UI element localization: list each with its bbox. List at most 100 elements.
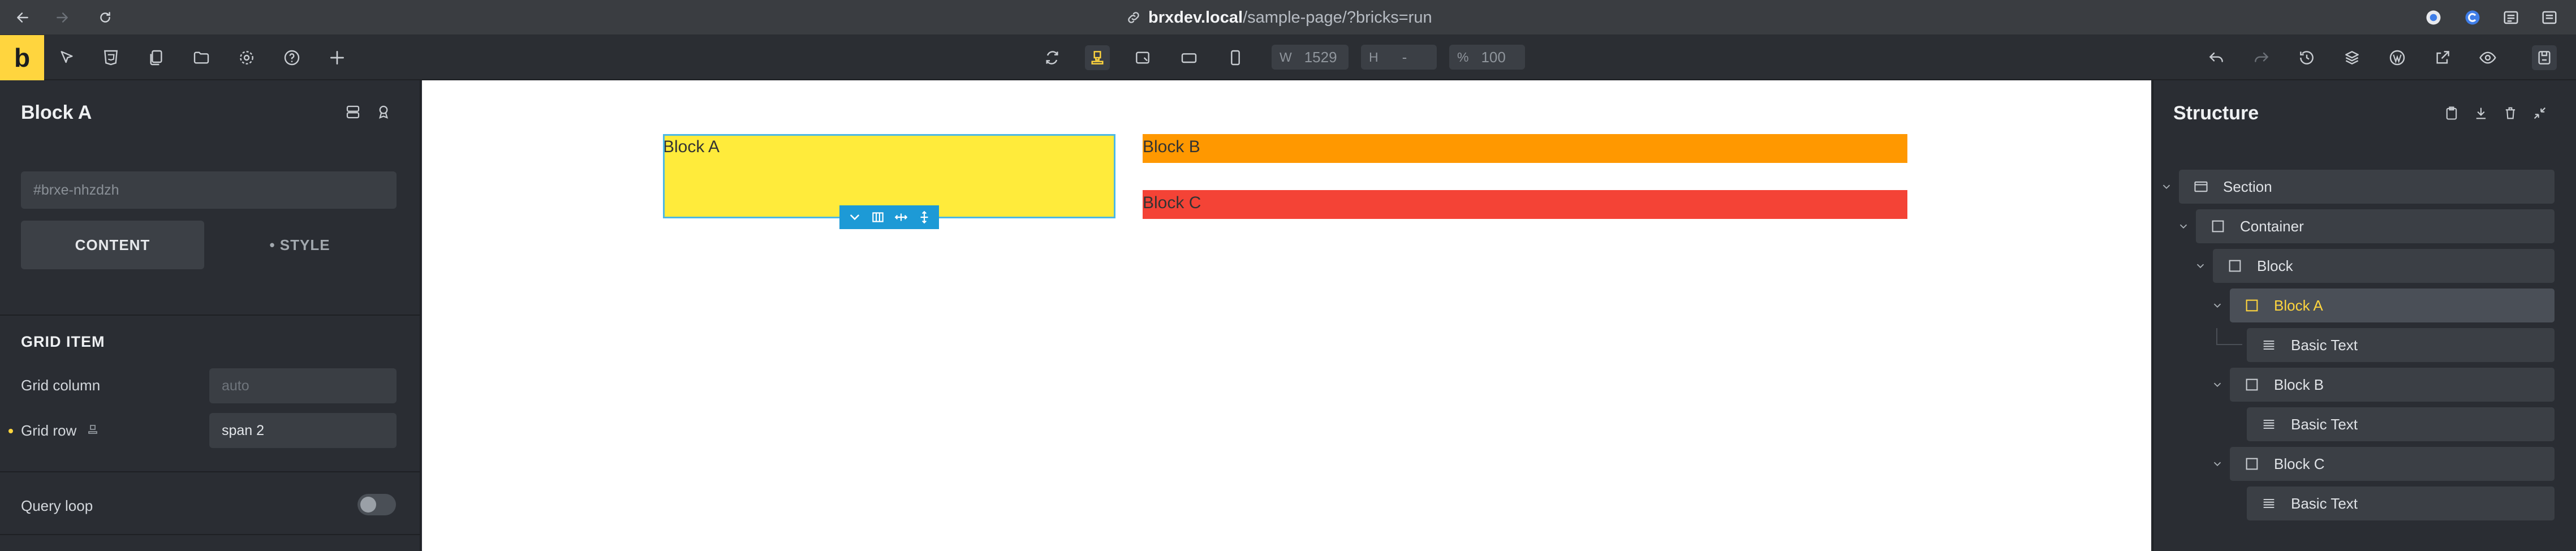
toggle-knob [360,497,376,513]
extension-icon[interactable] [2424,8,2443,27]
divider [0,471,421,472]
structure-item-basic-text[interactable]: Basic Text [2247,328,2555,362]
modified-indicator [8,429,13,433]
gear-icon[interactable] [234,45,259,70]
database-icon[interactable] [343,102,363,122]
structure-item-block[interactable]: Block [2213,249,2555,283]
structure-item-block-b[interactable]: Block B [2230,368,2555,402]
chevron-down-icon[interactable] [847,210,862,225]
chevron-down-icon[interactable] [2209,456,2225,472]
grid-column-input[interactable]: auto [209,368,397,403]
structure-item-section[interactable]: Section [2179,170,2555,204]
structure-item-label: Block B [2274,376,2324,393]
block-c-text[interactable]: Block C [1143,193,1201,212]
preview-eye-icon[interactable] [2475,45,2500,70]
columns-icon[interactable] [871,210,885,225]
section-icon [2191,177,2211,196]
desktop-breakpoint-icon[interactable] [1085,45,1110,70]
structure-item-label: Container [2240,217,2304,235]
bricks-logo[interactable]: b [0,35,44,80]
grid-row-input[interactable]: span 2 [209,413,397,448]
tablet-portrait-icon[interactable] [1177,45,1201,70]
panel-title: Block A [21,102,92,123]
divider [0,534,421,535]
divider [0,315,421,316]
grid-row-label: Grid row [21,422,77,439]
structure-title: Structure [2173,102,2259,124]
element-id-placeholder: #brxe-nhzdzh [33,182,119,198]
element-id-field[interactable]: #brxe-nhzdzh [21,171,397,209]
link-icon [1126,10,1141,25]
tab-content[interactable]: CONTENT [21,221,204,269]
chevron-down-icon[interactable] [2209,298,2225,313]
collapse-icon[interactable] [2530,103,2550,123]
tree-connector [2216,328,2242,345]
structure-item-label: Basic Text [2291,415,2358,433]
zoom-label: % [1457,49,1469,64]
container-icon [2208,217,2228,236]
height-input[interactable]: H - [1361,45,1437,70]
block-b-text[interactable]: Block B [1143,137,1200,156]
chevron-down-icon[interactable] [2159,179,2174,195]
pages-icon[interactable] [144,45,169,70]
width-value: 1529 [1304,48,1337,66]
css3-icon[interactable] [98,45,123,70]
section-title: GRID ITEM [21,333,105,350]
folder-icon[interactable] [189,45,214,70]
cursor-icon[interactable] [54,45,79,70]
help-icon[interactable] [279,45,304,70]
grid-column-placeholder: auto [222,377,249,394]
structure-item-label: Block A [2274,296,2323,314]
add-icon[interactable] [325,45,350,70]
trash-icon[interactable] [2500,103,2521,123]
resize-horizontal-icon[interactable] [894,210,908,225]
badge-icon[interactable] [373,102,394,122]
save-icon[interactable] [2532,45,2557,70]
external-link-icon[interactable] [2430,45,2455,70]
zoom-value: 100 [1481,48,1506,66]
tab-style[interactable]: • STYLE [215,221,385,269]
query-loop-label: Query loop [21,497,93,514]
structure-item-block-a[interactable]: Block A [2230,289,2555,322]
structure-item-block-c[interactable]: Block C [2230,447,2555,481]
reader-icon[interactable] [2501,8,2521,27]
resize-vertical-icon[interactable] [917,210,932,225]
download-icon[interactable] [2471,103,2491,123]
history-icon[interactable] [2294,45,2319,70]
extension-icon[interactable] [2463,8,2482,27]
structure-item-basic-text[interactable]: Basic Text [2247,407,2555,441]
address-bar[interactable]: brxdev.local/sample-page/?bricks=run [1126,7,1432,28]
chevron-down-icon[interactable] [2192,258,2208,274]
structure-item-basic-text[interactable]: Basic Text [2247,487,2555,520]
undo-icon[interactable] [2204,45,2229,70]
forward-icon[interactable] [52,7,72,28]
chevron-down-icon[interactable] [2176,218,2191,234]
structure-item-label: Basic Text [2291,336,2358,354]
back-icon[interactable] [12,7,33,28]
chevron-down-icon[interactable] [2209,377,2225,393]
query-loop-toggle[interactable] [357,494,396,515]
layers-icon[interactable] [2340,45,2364,70]
text-icon [2259,335,2278,355]
breakpoint-icon [86,423,100,436]
structure-item-label: Basic Text [2291,494,2358,512]
block-a-text[interactable]: Block A [663,137,720,156]
width-label: W [1280,49,1292,64]
text-icon [2259,415,2278,434]
menu-icon[interactable] [2540,8,2559,27]
width-input[interactable]: W 1529 [1272,45,1349,70]
zoom-input[interactable]: % 100 [1449,45,1525,70]
reload-icon[interactable] [95,7,115,28]
structure-item-label: Block [2257,257,2293,274]
wordpress-icon[interactable] [2385,45,2410,70]
mobile-icon[interactable] [1223,45,1248,70]
structure-item-container[interactable]: Container [2196,209,2555,243]
block-c[interactable]: Block C [1143,190,1907,219]
grid-column-label: Grid column [21,377,101,394]
refresh-icon[interactable] [1040,45,1065,70]
tablet-landscape-icon[interactable] [1130,45,1155,70]
height-label: H [1369,49,1379,64]
block-b[interactable]: Block B [1143,134,1907,163]
clipboard-icon[interactable] [2441,103,2462,123]
redo-icon[interactable] [2249,45,2274,70]
